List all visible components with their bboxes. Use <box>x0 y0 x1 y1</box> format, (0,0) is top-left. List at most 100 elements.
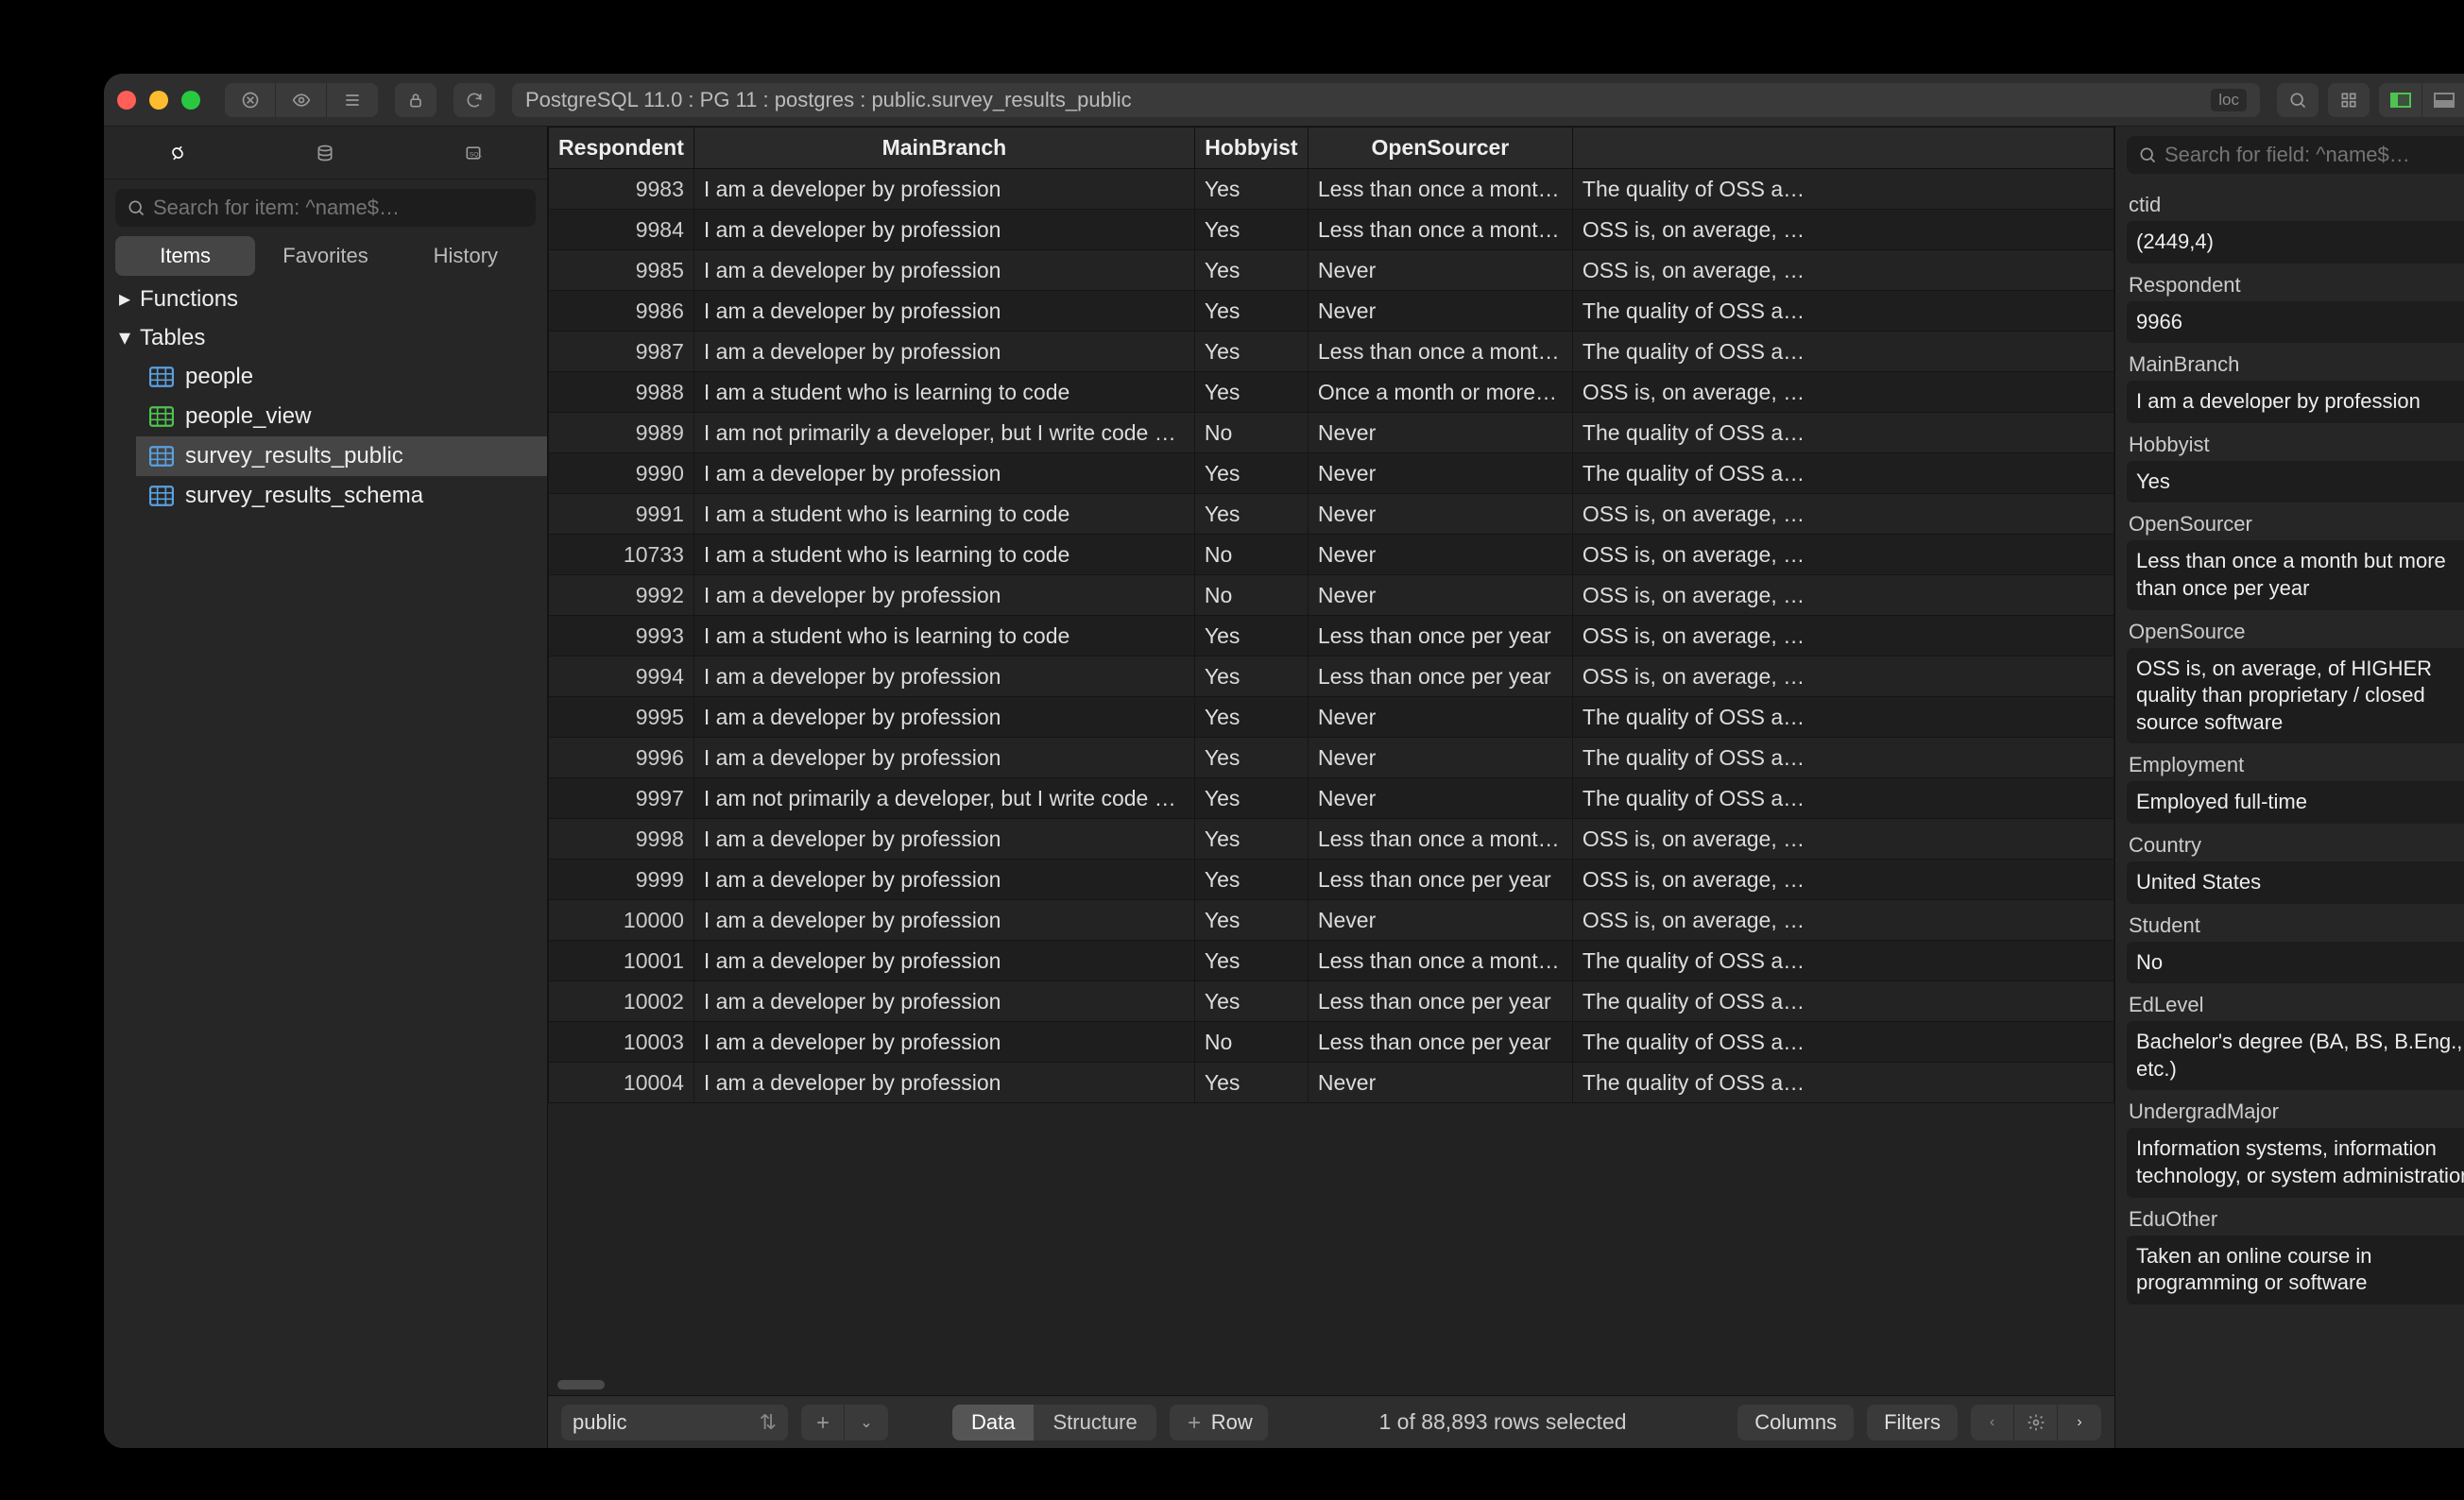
sidebar-item-survey_results_public[interactable]: survey_results_public <box>136 436 547 476</box>
table-row[interactable]: 9989I am not primarily a developer, but … <box>549 413 2114 453</box>
table-row[interactable]: 9997I am not primarily a developer, but … <box>549 778 2114 819</box>
columns-button[interactable]: Columns <box>1737 1405 1854 1440</box>
sidebar-item-people_view[interactable]: people_view <box>136 397 547 436</box>
field-value[interactable]: Bachelor's degree (BA, BS, B.Eng., etc.)… <box>2127 1021 2464 1090</box>
status-text: 1 of 88,893 rows selected <box>1281 1409 1725 1435</box>
tab-data[interactable]: Data <box>952 1405 1034 1440</box>
sidebar-filter-history[interactable]: History <box>396 236 536 276</box>
table-row[interactable]: 10000I am a developer by professionYesNe… <box>549 900 2114 941</box>
preview-icon[interactable] <box>276 83 327 117</box>
table-icon <box>149 366 174 387</box>
field-value[interactable]: Taken an online course in programming or… <box>2127 1236 2464 1304</box>
inspector-search-input[interactable] <box>2165 143 2464 167</box>
search-icon <box>127 198 145 217</box>
field-name: ctid <box>2129 193 2161 217</box>
table-row[interactable]: 9990I am a developer by professionYesNev… <box>549 453 2114 494</box>
field-ctid: ctidtid(2449,4) <box>2127 189 2464 264</box>
table-row[interactable]: 9985I am a developer by professionYesNev… <box>549 250 2114 291</box>
column-header[interactable]: OpenSourcer <box>1308 128 1572 169</box>
table-row[interactable]: 9988I am a student who is learning to co… <box>549 372 2114 413</box>
main: RespondentMainBranchHobbyistOpenSourcer … <box>548 127 2114 1448</box>
search-icon[interactable] <box>2277 83 2319 117</box>
table-row[interactable]: 9995I am a developer by professionYesNev… <box>549 697 2114 738</box>
horizontal-scrollbar[interactable] <box>557 1380 605 1389</box>
field-value[interactable]: (2449,4) <box>2127 221 2464 264</box>
search-icon <box>2138 145 2157 164</box>
next-page-button[interactable]: › <box>2058 1405 2101 1440</box>
field-OpenSourcer: OpenSourcertextLess than once a month bu… <box>2127 508 2464 609</box>
filters-button[interactable]: Filters <box>1867 1405 1958 1440</box>
list-icon[interactable] <box>327 83 378 117</box>
database-tab-icon[interactable] <box>297 136 353 170</box>
table-row[interactable]: 9992I am a developer by professionNoNeve… <box>549 575 2114 616</box>
field-value[interactable]: 9966⌄ <box>2127 301 2464 344</box>
sidebar-search[interactable] <box>115 189 536 227</box>
add-menu-button[interactable]: ⌄ <box>845 1405 888 1440</box>
data-grid[interactable]: RespondentMainBranchHobbyistOpenSourcer … <box>548 127 2114 1395</box>
sidebar-filters: ItemsFavoritesHistory <box>104 236 547 276</box>
table-row[interactable]: 9994I am a developer by professionYesLes… <box>549 656 2114 697</box>
sidebar-search-input[interactable] <box>153 196 524 220</box>
table-row[interactable]: 9998I am a developer by professionYesLes… <box>549 819 2114 860</box>
table-row[interactable]: 9993I am a student who is learning to co… <box>549 616 2114 656</box>
add-row-button[interactable]: Row <box>1170 1405 1268 1440</box>
table-row[interactable]: 10002I am a developer by professionYesLe… <box>549 981 2114 1022</box>
table-icon <box>149 446 174 467</box>
table-row[interactable]: 9986I am a developer by professionYesNev… <box>549 291 2114 332</box>
table-row[interactable]: 9991I am a student who is learning to co… <box>549 494 2114 535</box>
grid-icon[interactable] <box>2328 83 2370 117</box>
tab-structure[interactable]: Structure <box>1034 1405 1155 1440</box>
sql-tab-icon[interactable]: SQL <box>445 136 502 170</box>
table-row[interactable]: 9987I am a developer by professionYesLes… <box>549 332 2114 372</box>
refresh-icon[interactable] <box>453 83 495 117</box>
layout-bottom-panel-button[interactable] <box>2422 83 2464 117</box>
field-name: Employment <box>2129 753 2244 777</box>
column-header[interactable]: Hobbyist <box>1194 128 1308 169</box>
field-value[interactable]: Yes⌄ <box>2127 461 2464 503</box>
field-value[interactable]: I am a developer by profession⌄ <box>2127 381 2464 423</box>
table-row[interactable]: 9996I am a developer by professionYesNev… <box>549 738 2114 778</box>
table-row[interactable]: 10003I am a developer by professionNoLes… <box>549 1022 2114 1063</box>
schema-select[interactable]: public ⇅ <box>561 1405 788 1440</box>
chevron-right-icon: › <box>2077 1414 2081 1431</box>
field-value[interactable]: Less than once a month but more than onc… <box>2127 540 2464 609</box>
sidebar-item-people[interactable]: people <box>136 357 547 397</box>
sidebar-filter-favorites[interactable]: Favorites <box>255 236 395 276</box>
table-row[interactable]: 9999I am a developer by professionYesLes… <box>549 860 2114 900</box>
lock-icon[interactable] <box>395 83 436 117</box>
field-OpenSource: OpenSourcetextOSS is, on average, of HIG… <box>2127 616 2464 744</box>
table-row[interactable]: 9983I am a developer by professionYesLes… <box>549 169 2114 210</box>
sidebar-filter-items[interactable]: Items <box>115 236 255 276</box>
connection-tab-icon[interactable] <box>149 136 206 170</box>
page-settings-button[interactable] <box>2014 1405 2058 1440</box>
table-row[interactable]: 10001I am a developer by professionYesLe… <box>549 941 2114 981</box>
tree-section-functions[interactable]: ▸ Functions <box>104 280 547 318</box>
layout-left-panel-button[interactable] <box>2379 83 2422 117</box>
table-row[interactable]: 10004I am a developer by professionYesNe… <box>549 1063 2114 1103</box>
field-Respondent: Respondentint49966⌄ <box>2127 269 2464 344</box>
column-header[interactable]: Respondent <box>549 128 694 169</box>
tree-section-tables[interactable]: ▾ Tables <box>104 318 547 357</box>
minimize-window-button[interactable] <box>149 91 168 110</box>
column-header[interactable] <box>1572 128 2113 169</box>
cancel-icon[interactable] <box>225 83 276 117</box>
field-name: OpenSourcer <box>2129 512 2252 537</box>
close-window-button[interactable] <box>117 91 136 110</box>
table-row[interactable]: 9984I am a developer by professionYesLes… <box>549 210 2114 250</box>
inspector-search[interactable] <box>2127 136 2464 174</box>
zoom-window-button[interactable] <box>181 91 200 110</box>
field-value[interactable]: Information systems, information technol… <box>2127 1128 2464 1197</box>
sidebar-item-survey_results_schema[interactable]: survey_results_schema <box>136 476 547 516</box>
toolbar-group-1 <box>225 83 378 117</box>
breadcrumb[interactable]: PostgreSQL 11.0 : PG 11 : postgres : pub… <box>512 83 2260 117</box>
field-value[interactable]: United States⌄ <box>2127 861 2464 904</box>
add-button[interactable] <box>801 1405 845 1440</box>
column-header[interactable]: MainBranch <box>693 128 1194 169</box>
field-name: Country <box>2129 833 2201 858</box>
titlebar: PostgreSQL 11.0 : PG 11 : postgres : pub… <box>104 74 2464 127</box>
table-row[interactable]: 10733I am a student who is learning to c… <box>549 535 2114 575</box>
field-value[interactable]: No⌄ <box>2127 942 2464 984</box>
prev-page-button[interactable]: ‹ <box>1971 1405 2014 1440</box>
field-value[interactable]: Employed full-time⌄ <box>2127 781 2464 824</box>
field-value[interactable]: OSS is, on average, of HIGHER quality th… <box>2127 648 2464 744</box>
